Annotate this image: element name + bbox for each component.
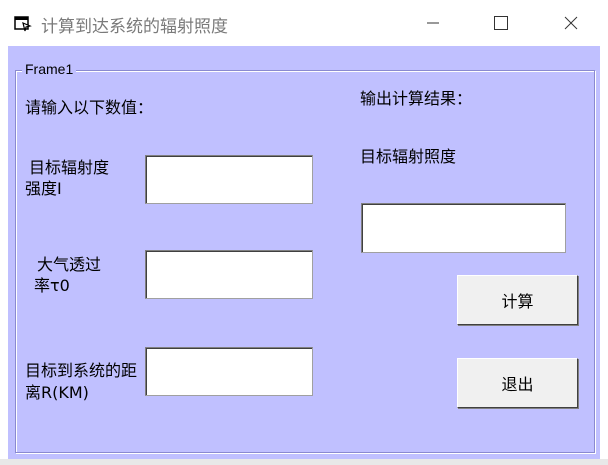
- form-client-area: Frame1 请输入以下数值： 目标辐射度 强度I 大气透过 率τ0 目标到系统…: [8, 46, 600, 459]
- result-output-field[interactable]: [361, 203, 566, 253]
- irradiance-input[interactable]: [145, 155, 313, 204]
- irradiance-label-line1: 目标辐射度: [29, 158, 110, 177]
- transmittance-label-line1: 大气透过: [37, 255, 102, 274]
- calculate-button[interactable]: 计算: [457, 275, 578, 325]
- result-label: 目标辐射照度: [360, 147, 457, 166]
- distance-input[interactable]: [145, 347, 313, 396]
- input-prompt-label: 请输入以下数值：: [25, 98, 154, 117]
- distance-label-line2: 离R(KM): [25, 383, 89, 402]
- window-bottom-edge: [0, 459, 608, 465]
- app-window: 计算到达系统的辐射照度 Frame1 请输入以下数值： 目标辐射度 强度I 大气…: [0, 0, 608, 465]
- maximize-icon[interactable]: [478, 0, 524, 46]
- exit-button[interactable]: 退出: [457, 358, 578, 408]
- irradiance-label-line2: 强度I: [25, 179, 62, 198]
- vb-form-icon: [14, 14, 32, 32]
- window-title: 计算到达系统的辐射照度: [41, 17, 228, 37]
- frame-caption: Frame1: [22, 61, 77, 77]
- output-heading-label: 输出计算结果：: [360, 89, 473, 108]
- minimize-icon[interactable]: [410, 0, 456, 46]
- distance-label-line1: 目标到系统的距: [25, 361, 138, 380]
- transmittance-label-line2: 率τ0: [34, 276, 70, 295]
- title-bar[interactable]: 计算到达系统的辐射照度: [0, 0, 608, 46]
- close-icon[interactable]: [548, 0, 594, 46]
- transmittance-input[interactable]: [145, 250, 313, 299]
